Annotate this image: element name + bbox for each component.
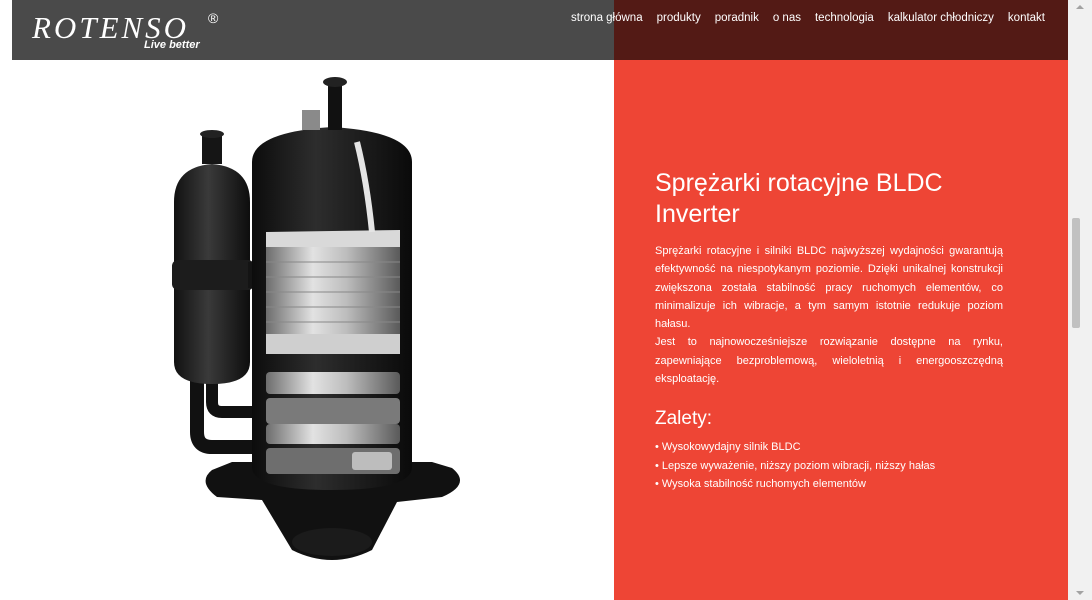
nav-item-poradnik[interactable]: poradnik [715, 11, 759, 25]
bullet-icon: • [655, 477, 659, 490]
scroll-up-button[interactable] [1068, 0, 1092, 14]
page-title: Sprężarki rotacyjne BLDC Inverter [655, 169, 943, 228]
chevron-up-icon [1076, 5, 1084, 9]
advantages-title: Zalety: [655, 408, 713, 430]
nav-item-technologia[interactable]: technologia [815, 11, 874, 25]
nav-item-strona-glowna[interactable]: strona główna [571, 11, 643, 25]
nav-item-kalkulator[interactable]: kalkulator chłodniczy [888, 11, 994, 25]
site-header: ROTENSO ® Live better strona główna prod… [12, 0, 1068, 60]
bullet-icon: • [655, 441, 659, 454]
bullet-icon: • [655, 459, 659, 472]
main-nav: strona główna produkty poradnik o nas te… [571, 11, 1045, 25]
scrollbar-thumb[interactable] [1072, 218, 1080, 328]
product-description: Sprężarki rotacyjne BLDC Inverter Spręża… [655, 168, 1003, 493]
scroll-down-button[interactable] [1068, 586, 1092, 600]
nav-item-o-nas[interactable]: o nas [773, 11, 801, 25]
logo-tagline: Live better [144, 39, 200, 51]
rotenso-logo[interactable]: ROTENSO ® Live better [32, 8, 232, 54]
compressor-image [172, 77, 460, 560]
description-paragraph: Sprężarki rotacyjne i silniki BLDC najwy… [655, 245, 1003, 331]
list-item: • Wysokowydajny silnik BLDC [655, 441, 801, 454]
image-panel [12, 0, 614, 600]
list-item: • Lepsze wyważenie, niższy poziom wibracj… [655, 459, 936, 472]
nav-item-kontakt[interactable]: kontakt [1008, 11, 1045, 25]
list-item: • Wysoka stabilność ruchomych elementów [655, 477, 866, 490]
registered-mark: ® [208, 10, 219, 26]
chevron-down-icon [1076, 591, 1084, 595]
nav-item-produkty[interactable]: produkty [657, 11, 701, 25]
advantages-list: • Wysokowydajny silnik BLDC • Lepsze wyważ… [655, 438, 1003, 493]
description-paragraph-2: Jest to najnowocześniejsze rozwiązanie d… [655, 336, 1003, 386]
